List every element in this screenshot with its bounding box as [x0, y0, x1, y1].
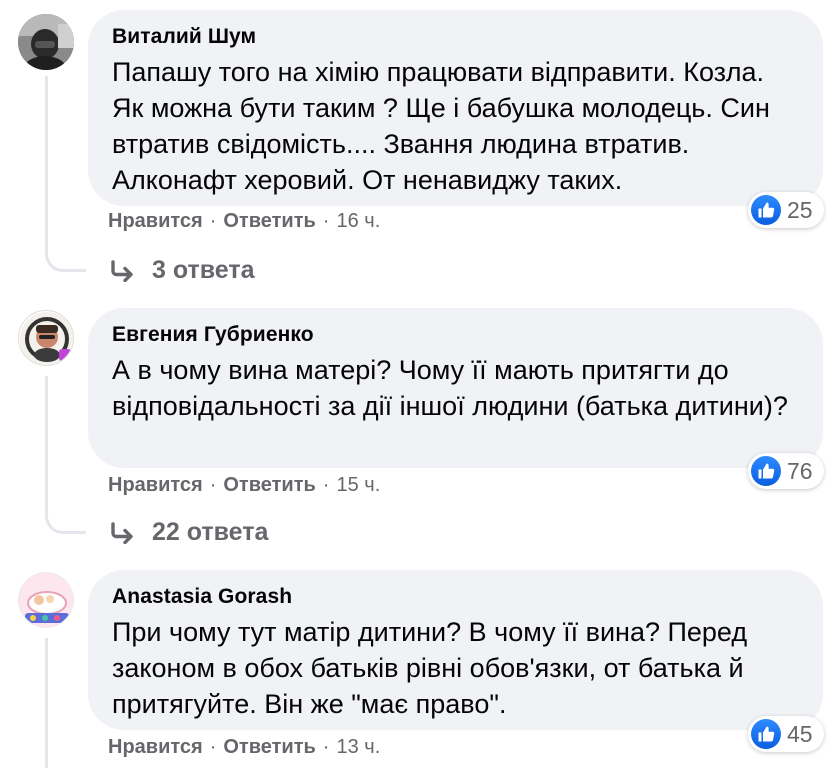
like-icon	[751, 456, 781, 486]
reaction-summary[interactable]: 45	[748, 716, 824, 752]
reaction-count: 45	[787, 720, 813, 747]
separator: ·	[209, 736, 217, 758]
comment-author[interactable]: Евгения Губриенко	[112, 322, 799, 348]
like-icon	[751, 719, 781, 749]
replies-count-label[interactable]: 3 ответа	[152, 256, 255, 285]
comment-bubble: Евгения Губриенко А в чому вина матері? …	[88, 308, 823, 468]
avatar[interactable]	[18, 310, 74, 366]
comment-bubble: Виталий Шум Папашу того на хімію працюва…	[88, 10, 823, 206]
reaction-summary[interactable]: 25	[748, 192, 824, 228]
thread-line-curve	[45, 236, 86, 272]
thread-line	[45, 376, 48, 502]
comment-actions: Нравится · Ответить · 16 ч.	[108, 210, 380, 233]
like-button[interactable]: Нравится	[108, 736, 203, 759]
avatar[interactable]	[18, 14, 74, 70]
reply-arrow-icon	[110, 259, 136, 282]
avatar-image	[20, 574, 73, 627]
reaction-summary[interactable]: 76	[748, 453, 824, 489]
comment-text: Папашу того на хімію працювати відправит…	[112, 57, 770, 195]
view-replies-link[interactable]: 3 ответа	[110, 256, 255, 285]
separator: ·	[322, 736, 330, 758]
separator: ·	[209, 474, 217, 496]
reply-button[interactable]: Ответить	[223, 210, 315, 233]
reply-button[interactable]: Ответить	[223, 736, 315, 759]
thread-line-curve	[45, 498, 86, 534]
reaction-count: 25	[787, 196, 813, 223]
like-icon	[751, 195, 781, 225]
separator: ·	[322, 474, 330, 496]
separator: ·	[209, 210, 217, 232]
avatar-image	[20, 312, 73, 365]
comment-actions: Нравится · Ответить · 13 ч.	[108, 736, 380, 759]
replies-count-label[interactable]: 22 ответа	[152, 518, 268, 547]
reply-arrow-icon	[110, 521, 136, 544]
comment-timestamp[interactable]: 16 ч.	[336, 210, 380, 233]
comment-text: А в чому вина матері? Чому її мають прит…	[112, 355, 788, 421]
avatar-image	[18, 14, 74, 70]
like-button[interactable]: Нравится	[108, 474, 203, 497]
avatar[interactable]	[18, 572, 74, 628]
comments-feed: Виталий Шум Папашу того на хімію працюва…	[0, 0, 832, 768]
reaction-count: 76	[787, 457, 813, 484]
thread-line	[45, 76, 48, 256]
comment-text: При чому тут матір дитини? В чому її вин…	[112, 617, 748, 719]
comment-timestamp[interactable]: 13 ч.	[336, 736, 380, 759]
comment-author[interactable]: Anastasia Gorash	[112, 584, 799, 610]
comment-author[interactable]: Виталий Шум	[112, 24, 799, 50]
comment-timestamp[interactable]: 15 ч.	[336, 474, 380, 497]
view-replies-link[interactable]: 22 ответа	[110, 518, 268, 547]
like-button[interactable]: Нравится	[108, 210, 203, 233]
comment-bubble: Anastasia Gorash При чому тут матір дити…	[88, 570, 823, 730]
comment-actions: Нравится · Ответить · 15 ч.	[108, 474, 380, 497]
thread-line	[45, 638, 48, 768]
separator: ·	[322, 210, 330, 232]
reply-button[interactable]: Ответить	[223, 474, 315, 497]
